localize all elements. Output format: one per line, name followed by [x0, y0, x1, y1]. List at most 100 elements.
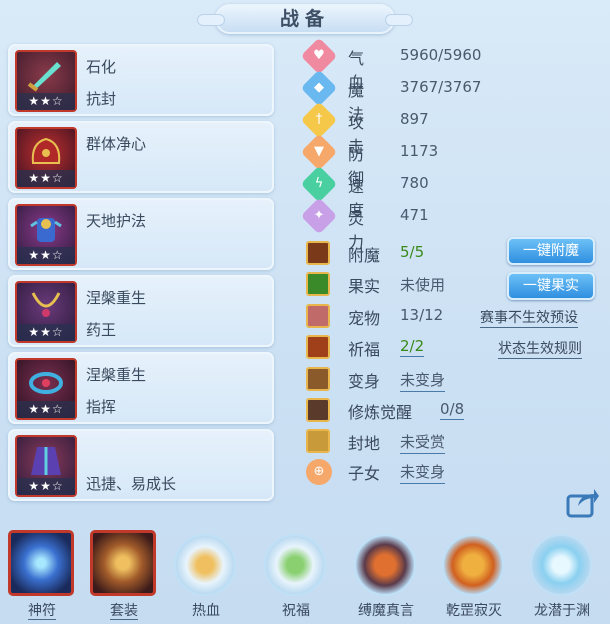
row-value: 未使用: [400, 276, 446, 294]
pet-icon: [306, 304, 330, 328]
bottom-hot-blood[interactable]: 热血: [168, 528, 244, 624]
star-rating: ★★☆: [17, 93, 75, 110]
row-label: 封地: [348, 434, 381, 453]
ring-icon: [29, 372, 63, 394]
transform-icon: [306, 367, 330, 391]
row-label: 子女: [348, 464, 381, 483]
skill-card[interactable]: ★★☆ 群体净心: [8, 121, 274, 193]
sword-glyph: †: [315, 112, 323, 127]
bottom-binding-mantra[interactable]: 缚魔真言: [348, 528, 424, 624]
one-click-fruit-button[interactable]: 一键果实: [507, 272, 595, 300]
banner-ornament: [197, 14, 225, 26]
bottom-set[interactable]: 套装: [86, 528, 162, 624]
bottom-label: 套装: [86, 600, 162, 620]
enchant-icon: [306, 241, 330, 265]
row-value: 0/8: [440, 400, 465, 420]
star-rating: ★★☆: [17, 478, 75, 495]
sword-icon: [27, 62, 61, 92]
row-value: 13/12: [400, 306, 444, 324]
lightning-glyph: ϟ: [314, 176, 324, 191]
skill-card[interactable]: ★★☆ 天地护法: [8, 198, 274, 270]
skill-thumbnail: ★★☆: [15, 435, 77, 497]
bottom-label: 热血: [192, 603, 220, 619]
rules-link[interactable]: 状态生效规则: [498, 338, 582, 359]
skill-effect: 药王: [86, 321, 117, 339]
dragon-abyss-icon: [530, 534, 592, 596]
fief-icon: [306, 429, 330, 453]
skill-effect: 迅捷、易成长: [86, 475, 177, 493]
star-rating: ★★☆: [17, 324, 75, 341]
skill-effect: 指挥: [86, 398, 117, 416]
row-label: 宠物: [348, 309, 381, 328]
bottom-heaven-silence[interactable]: 乾罡寂灭: [436, 528, 512, 624]
skill-effect: 抗封: [86, 90, 117, 108]
skill-card[interactable]: ★★☆ 涅槃重生 药王: [8, 275, 274, 347]
stat-value: 1173: [400, 142, 439, 160]
bottom-label-text: 套装: [110, 603, 138, 620]
heaven-silence-icon: [442, 534, 504, 596]
star-rating: ★★☆: [17, 170, 75, 187]
bottom-label: 神符: [4, 600, 80, 620]
skill-name: 涅槃重生: [86, 366, 147, 384]
skill-card[interactable]: ★★☆ 石化 抗封: [8, 44, 274, 116]
row-label: 修炼觉醒: [348, 403, 413, 422]
preset-link[interactable]: 赛事不生效预设: [480, 307, 578, 328]
row-label: 祈福: [348, 340, 381, 359]
talisman-icon: [8, 530, 74, 596]
skill-card[interactable]: ★★☆ 涅槃重生 指挥: [8, 352, 274, 424]
robe-icon: [31, 447, 61, 475]
blessing-orb-icon: [264, 534, 326, 596]
fruit-icon: [306, 272, 330, 296]
skill-thumbnail: ★★☆: [15, 50, 77, 112]
row-value: 未变身: [400, 369, 446, 392]
cultivation-icon: [306, 398, 330, 422]
stat-value: 471: [400, 206, 429, 224]
share-icon[interactable]: [566, 486, 600, 518]
armor-icon: [30, 218, 62, 242]
blessing-icon: [306, 335, 330, 359]
bottom-label: 龙潜于渊: [534, 603, 590, 619]
necklace-icon: [31, 292, 61, 317]
skill-name: 涅槃重生: [86, 289, 147, 307]
bottom-dragon-abyss[interactable]: 龙潜于渊: [524, 528, 600, 624]
title-text: 战备: [279, 8, 330, 30]
star-rating: ★★☆: [17, 401, 75, 418]
row-value: 未受赏: [400, 431, 446, 454]
stat-value: 897: [400, 110, 429, 128]
stat-value: 3767/3767: [400, 78, 482, 96]
helmet-icon: [31, 137, 61, 164]
skill-thumbnail: ★★☆: [15, 281, 77, 343]
bottom-label-text: 神符: [28, 603, 56, 620]
row-value: 2/2: [400, 337, 425, 357]
binding-mantra-icon: [354, 534, 416, 596]
star-rating: ★★☆: [17, 247, 75, 264]
skill-name: 石化: [86, 58, 117, 76]
hot-blood-icon: [174, 534, 236, 596]
row-label: 附魔: [348, 246, 381, 265]
magic-glyph: ◆: [314, 80, 324, 95]
bottom-blessing[interactable]: 祝福: [258, 528, 334, 624]
skill-thumbnail: ★★☆: [15, 204, 77, 266]
shield-glyph: ▼: [314, 144, 324, 159]
heart-glyph: ♥: [313, 48, 325, 63]
stat-value: 5960/5960: [400, 46, 482, 64]
children-glyph: ⊕: [313, 464, 325, 479]
skill-thumbnail: ★★☆: [15, 358, 77, 420]
banner-ornament: [385, 14, 413, 26]
bottom-label: 乾罡寂灭: [446, 603, 502, 619]
skill-name: 天地护法: [86, 212, 147, 230]
spirit-glyph: ✦: [313, 208, 325, 223]
row-label: 果实: [348, 277, 381, 296]
skill-card[interactable]: ★★☆ 迅捷、易成长: [8, 429, 274, 501]
panel-title: 战备: [197, 4, 413, 34]
one-click-enchant-button[interactable]: 一键附魔: [507, 237, 595, 265]
skill-name: 群体净心: [86, 135, 147, 153]
stat-value: 780: [400, 174, 429, 192]
bottom-talisman[interactable]: 神符: [4, 528, 80, 624]
skill-thumbnail: ★★☆: [15, 127, 77, 189]
battle-prep-panel: 战备 ★★☆ 石化 抗封 ★★☆ 群体净心 ★★☆ 天地护法 ★★☆ 涅槃重生: [0, 0, 610, 624]
row-label: 变身: [348, 372, 381, 391]
row-value: 5/5: [400, 243, 425, 261]
bottom-label: 祝福: [282, 603, 310, 619]
bottom-label: 缚魔真言: [358, 603, 414, 619]
